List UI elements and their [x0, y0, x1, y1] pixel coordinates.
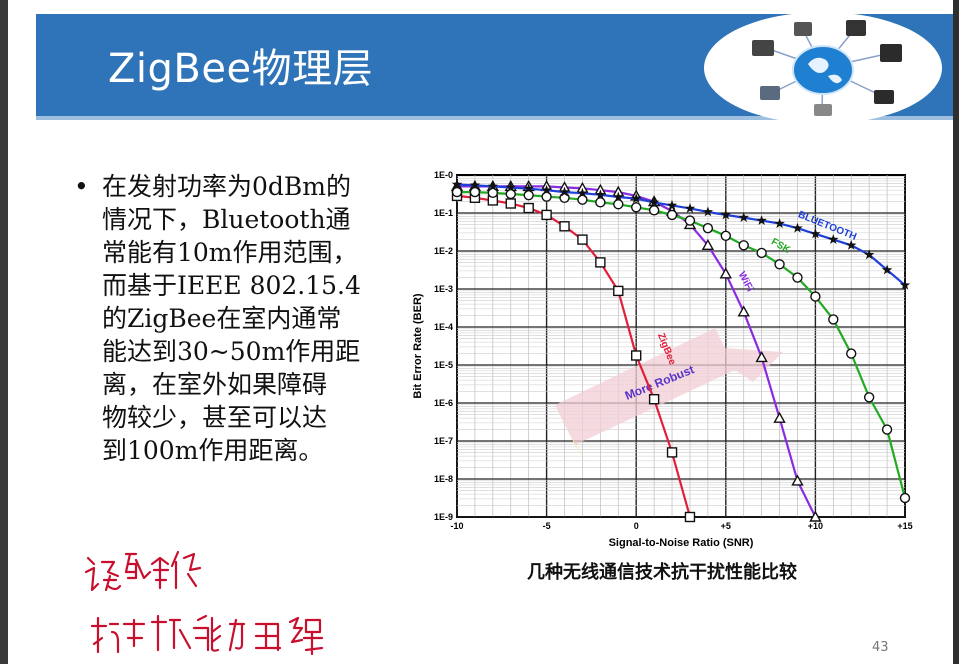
network-globe-icon — [752, 20, 902, 116]
fsk-point — [648, 205, 660, 216]
x-tick-label: +10 — [808, 521, 823, 531]
fsk-point — [774, 259, 785, 270]
bullet-marker: • — [74, 172, 89, 201]
y-tick-label: 1E-8 — [434, 474, 453, 484]
x-tick-label: -10 — [450, 521, 463, 531]
fsk-point — [810, 291, 821, 302]
fsk-point — [899, 492, 911, 504]
fsk-point — [863, 392, 875, 403]
zigbee-point — [684, 511, 696, 523]
fsk-point — [577, 194, 588, 205]
fsk-point — [595, 197, 606, 208]
x-axis-label: Signal-to-Noise Ratio (SNR) — [609, 537, 754, 549]
bullet-text: 在发射功率为0dBm的 情况下，Bluetooth通 常能有10m作用范围， 而… — [102, 172, 361, 465]
y-tick-label: 1E-7 — [434, 436, 453, 446]
fsk-point — [666, 209, 678, 221]
zigbee-point — [523, 202, 534, 214]
slide-title: ZigBee物理层 — [108, 46, 374, 92]
x-tick-label: +5 — [721, 521, 731, 531]
fsk-point — [738, 240, 749, 251]
fsk-point — [828, 314, 839, 325]
fsk-point — [756, 247, 767, 259]
zigbee-point — [666, 447, 678, 458]
x-tick-label: 0 — [634, 521, 639, 531]
y-tick-label: 1E-3 — [434, 284, 453, 294]
y-tick-label: 1E-6 — [434, 398, 453, 408]
fsk-point — [559, 192, 570, 203]
fsk-point — [792, 272, 803, 283]
zigbee-point — [630, 350, 642, 361]
zigbee-point — [613, 285, 624, 297]
page-number: 43 — [872, 640, 889, 655]
fsk-point — [702, 222, 714, 234]
zigbee-point — [505, 198, 516, 209]
fsk-point — [881, 424, 893, 435]
y-tick-label: 1E-1 — [434, 208, 453, 218]
zigbee-point — [648, 393, 660, 405]
ber-chart: More Robust ZigBee WiFi FSK BLUETOOTH -10 -5… — [405, 160, 915, 552]
title-banner: ZigBee物理层 — [36, 12, 953, 124]
fsk-point — [720, 230, 731, 242]
fsk-point — [630, 202, 642, 213]
fsk-point — [505, 188, 516, 200]
handwritten-annotation-icon — [84, 550, 324, 656]
x-tick-label: +15 — [897, 521, 912, 531]
fsk-point — [523, 189, 534, 201]
fsk-point — [451, 186, 463, 198]
zigbee-point — [577, 234, 588, 245]
fsk-point — [469, 186, 481, 198]
chart-caption: 几种无线通信技术抗干扰性能比较 — [527, 562, 797, 583]
x-tick-label: -5 — [543, 521, 551, 531]
right-edge-bar — [953, 0, 959, 664]
zigbee-point — [559, 221, 570, 232]
y-tick-label: 1E-2 — [434, 246, 453, 256]
y-tick-label: 1E-9 — [434, 512, 453, 522]
fsk-point — [487, 187, 499, 199]
y-tick-label: 1E-4 — [434, 322, 453, 332]
zigbee-point — [595, 257, 606, 268]
ber-chart-svg: More Robust ZigBeeWiFiFSKBLUETOOTH -10 -5… — [412, 170, 913, 549]
y-axis-label: Bit Error Rate (BER) — [412, 293, 424, 398]
y-tick-label: 1E-0 — [434, 170, 453, 180]
y-tick-label: 1E-5 — [434, 360, 453, 370]
fsk-point — [846, 348, 857, 359]
zigbee-point — [541, 209, 552, 221]
fsk-point — [541, 191, 552, 202]
left-edge-bar — [0, 0, 8, 664]
bullet-paragraph: • 在发射功率为0dBm的 情况下，Bluetooth通 常能有10m作用范围，… — [74, 170, 398, 467]
fsk-point — [684, 215, 696, 226]
logo-badge — [704, 12, 942, 124]
